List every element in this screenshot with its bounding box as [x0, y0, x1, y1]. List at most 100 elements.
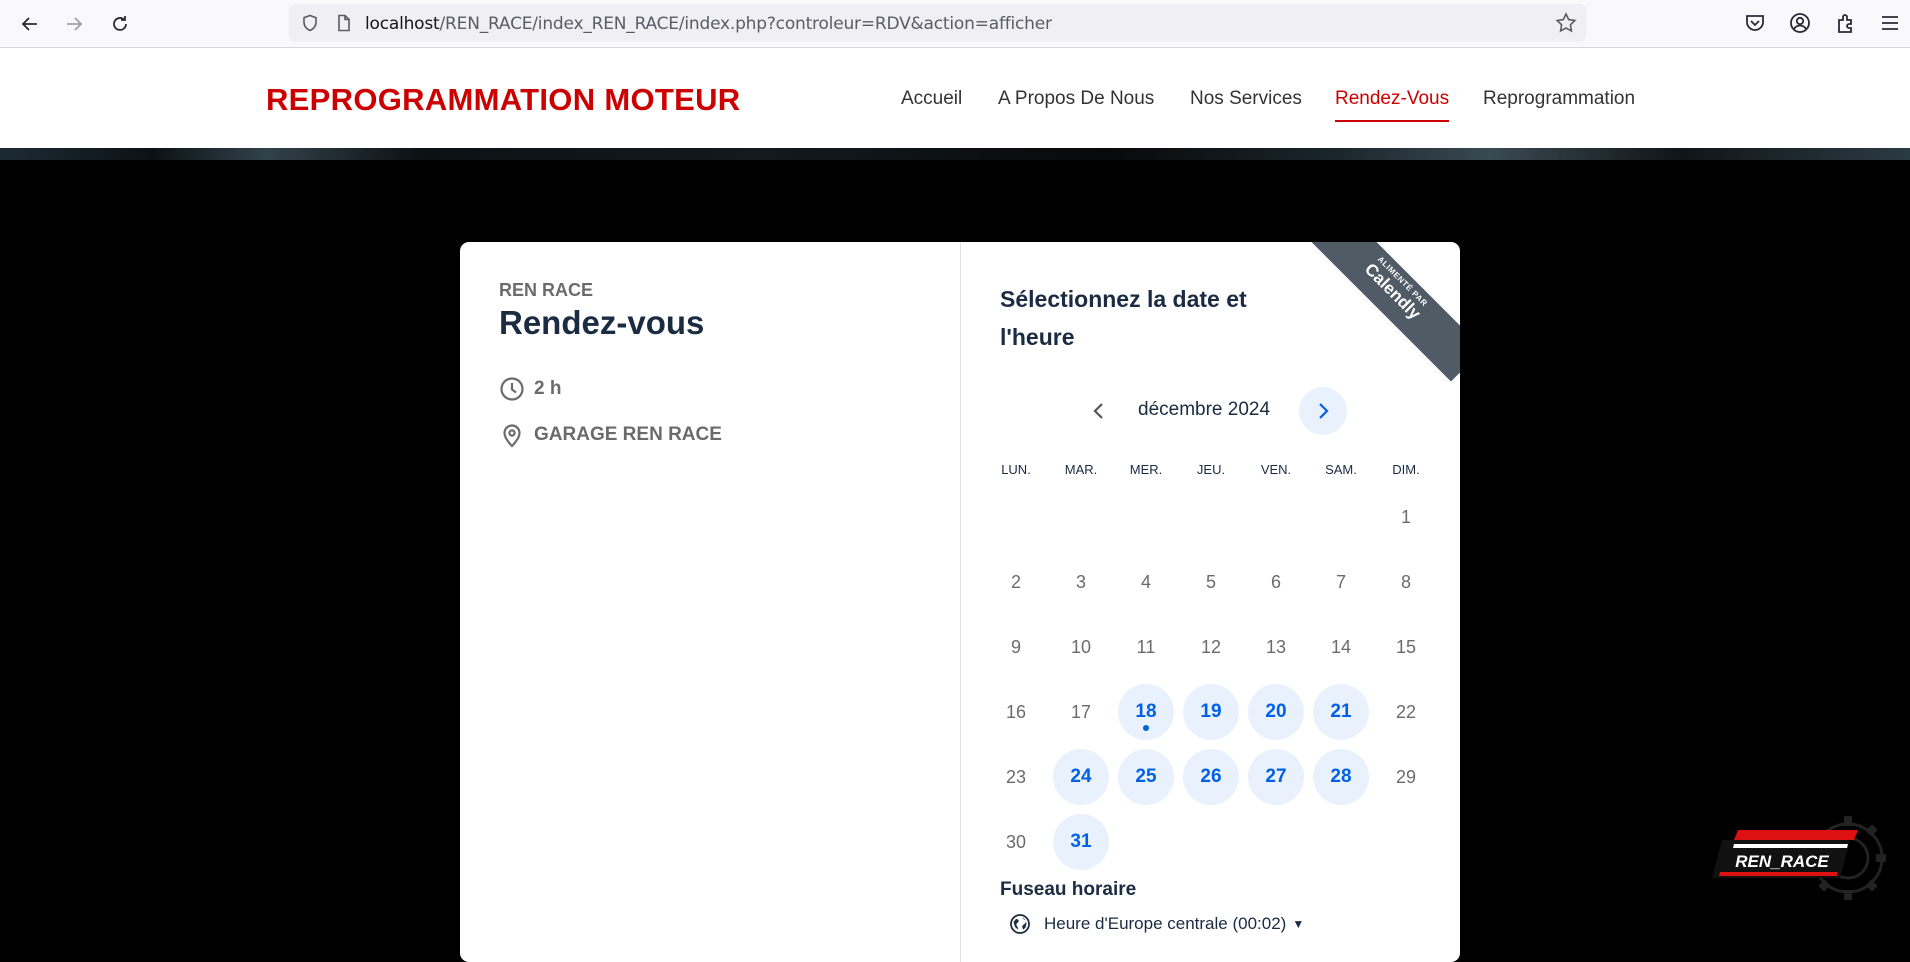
- day-number: 12: [1200, 636, 1222, 657]
- previous-month-button[interactable]: [1079, 391, 1119, 431]
- calendar-day: 12: [1183, 619, 1239, 675]
- date-picker-pane: Sélectionnez la date et l'heure ALIMENTÉ…: [960, 242, 1460, 962]
- calendar-day: 29: [1378, 749, 1434, 805]
- timezone-select[interactable]: Heure d'Europe centrale (00:02) ▼: [1010, 914, 1304, 934]
- nav-a-propos[interactable]: A Propos De Nous: [998, 88, 1154, 110]
- arrow-right-icon: [67, 17, 83, 31]
- shield-icon: [303, 14, 317, 32]
- day-number: 3: [1075, 571, 1086, 592]
- weekday-label: VEN.: [1260, 462, 1292, 477]
- day-number: 18: [1135, 701, 1157, 722]
- timezone-title: Fuseau horaire: [1000, 879, 1137, 900]
- day-number: 24: [1070, 766, 1092, 787]
- available-day-button[interactable]: 21: [1313, 684, 1369, 740]
- available-day-button[interactable]: 24: [1053, 749, 1109, 805]
- next-month-button[interactable]: [1299, 387, 1347, 435]
- menu-icon[interactable]: [1879, 12, 1901, 34]
- calendar-day: 17: [1053, 684, 1109, 740]
- weekday-label: SAM.: [1325, 462, 1357, 477]
- day-number: 31: [1070, 831, 1092, 852]
- back-button[interactable]: [14, 8, 46, 40]
- day-number: 14: [1330, 636, 1352, 657]
- calendar-day: 13: [1248, 619, 1304, 675]
- chevron-left-icon: [1093, 403, 1103, 419]
- calendar-day: 22: [1378, 684, 1434, 740]
- available-day-button[interactable]: 28: [1313, 749, 1369, 805]
- weekday-label: JEU.: [1196, 462, 1226, 477]
- day-number: 2: [1010, 571, 1021, 592]
- day-number: 9: [1010, 636, 1021, 657]
- event-location: GARAGE REN RACE: [534, 424, 722, 445]
- available-day-button[interactable]: 31: [1053, 814, 1109, 870]
- event-details-pane: REN RACE Rendez-vous 2 h GARAGE REN RACE: [460, 242, 961, 962]
- available-day-button[interactable]: 25: [1118, 749, 1174, 805]
- url-host: localhost: [365, 14, 440, 34]
- available-day-button[interactable]: 19: [1183, 684, 1239, 740]
- organizer-name: REN RACE: [499, 280, 594, 300]
- weekday-label: MER.: [1129, 462, 1163, 477]
- site-brand[interactable]: REPROGRAMMATION MOTEUR: [266, 82, 740, 118]
- day-number: 5: [1205, 571, 1216, 592]
- day-number: 15: [1395, 636, 1417, 657]
- day-number: 11: [1136, 636, 1156, 657]
- weekday-label: DIM.: [1392, 462, 1420, 477]
- day-number: 23: [1005, 766, 1027, 787]
- picker-title: Sélectionnez la date et l'heure: [1000, 286, 1247, 350]
- url-path: /REN_RACE/index_REN_RACE/index.php?contr…: [439, 14, 1052, 34]
- available-day-button[interactable]: 20: [1248, 684, 1304, 740]
- day-number: 13: [1265, 636, 1287, 657]
- pocket-icon[interactable]: [1744, 12, 1766, 34]
- day-number: 10: [1070, 636, 1092, 657]
- day-number: 8: [1400, 571, 1411, 592]
- nav-services[interactable]: Nos Services: [1190, 88, 1302, 110]
- calendar-day: 14: [1313, 619, 1369, 675]
- available-day-button[interactable]: 26: [1183, 749, 1239, 805]
- day-number: 7: [1335, 571, 1346, 592]
- star-icon[interactable]: [1555, 12, 1577, 34]
- page-icon: [338, 14, 350, 32]
- today-indicator: [1143, 725, 1149, 731]
- account-icon[interactable]: [1789, 12, 1811, 34]
- calendar-day: 16: [988, 684, 1044, 740]
- url-text: localhost/REN_RACE/index_REN_RACE/index.…: [365, 14, 1052, 34]
- logo-text: REN_RACE: [1735, 852, 1829, 871]
- day-number: 6: [1270, 571, 1281, 592]
- available-day-button[interactable]: 27: [1248, 749, 1304, 805]
- arrow-left-icon: [21, 17, 37, 31]
- chevron-right-icon: [1319, 403, 1329, 419]
- day-number: 27: [1265, 766, 1287, 787]
- calendar-day: 1: [1378, 489, 1434, 545]
- forward-button[interactable]: [58, 8, 90, 40]
- month-navigation: décembre 2024: [960, 387, 1460, 435]
- available-day-button[interactable]: 18: [1118, 684, 1174, 740]
- day-number: 16: [1005, 701, 1027, 722]
- address-bar[interactable]: localhost/REN_RACE/index_REN_RACE/index.…: [289, 4, 1586, 42]
- hero-image-strip: [0, 148, 1910, 160]
- nav-rendez-vous[interactable]: Rendez-Vous: [1335, 88, 1450, 122]
- calendar-day: 10: [1053, 619, 1109, 675]
- site-header: REPROGRAMMATION MOTEUR Accueil A Propos …: [0, 48, 1910, 148]
- reload-button[interactable]: [104, 8, 136, 40]
- calendar-day: 30: [988, 814, 1044, 870]
- nav-reprogrammation[interactable]: Reprogrammation: [1483, 88, 1635, 110]
- timezone-value: Heure d'Europe centrale (00:02): [1044, 914, 1287, 933]
- day-number: 22: [1395, 701, 1417, 722]
- powered-by-ribbon[interactable]: ALIMENTÉ PAR Calendly: [1298, 242, 1460, 382]
- day-number: 20: [1265, 701, 1287, 722]
- weekday-label: LUN.: [1001, 462, 1031, 477]
- day-number: 21: [1330, 701, 1352, 722]
- day-number: 17: [1070, 701, 1092, 722]
- duration-row: 2 h: [499, 376, 561, 402]
- calendar-day: 11: [1118, 619, 1174, 675]
- caret-down-icon: ▼: [1292, 917, 1305, 931]
- nav-accueil[interactable]: Accueil: [901, 88, 962, 110]
- reload-icon: [113, 16, 127, 31]
- calendar-day: 3: [1053, 554, 1109, 610]
- day-number: 19: [1200, 701, 1222, 722]
- calendar-day: 4: [1118, 554, 1174, 610]
- event-duration: 2 h: [534, 378, 562, 399]
- day-number: 26: [1200, 766, 1222, 787]
- location-pin-icon: [503, 424, 521, 448]
- extensions-icon[interactable]: [1834, 12, 1856, 34]
- ren-race-logo: REN_RACE: [1712, 816, 1886, 900]
